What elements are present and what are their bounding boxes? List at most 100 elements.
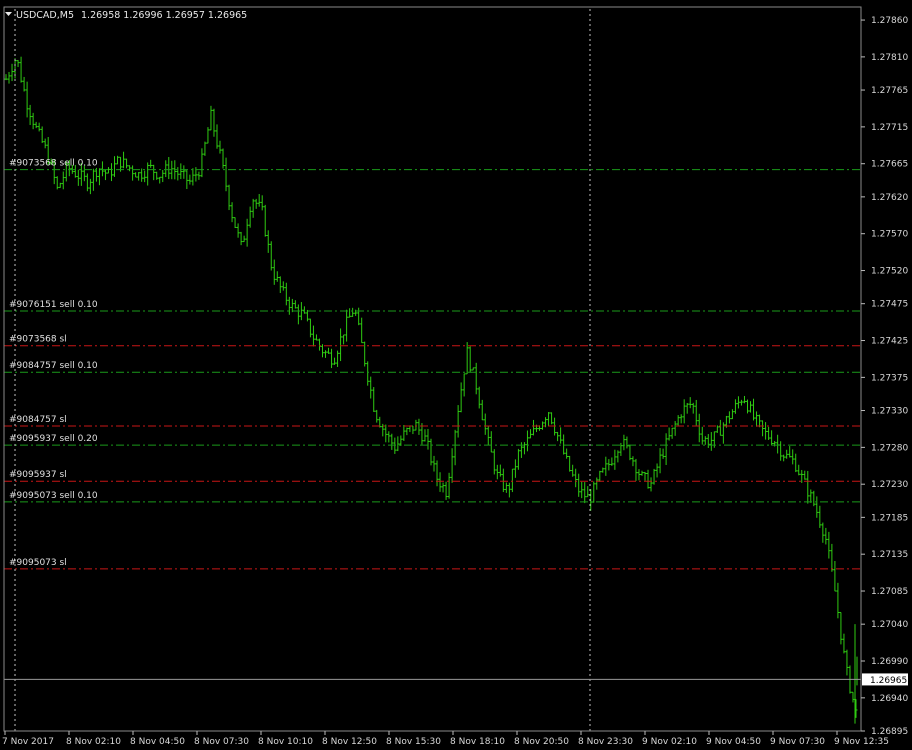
price-bar (661, 448, 665, 459)
price-bar (574, 468, 578, 488)
price-bar (604, 456, 608, 476)
price-bar (703, 436, 707, 445)
y-tick-label: 1.27330 (871, 407, 908, 417)
price-bar (161, 169, 165, 183)
price-bar (664, 433, 668, 466)
y-tick-label: 1.27185 (871, 513, 908, 523)
y-tick-label: 1.27375 (871, 373, 908, 383)
chart-canvas[interactable]: #9073568 sell 0.10 #9076151 sell 0.10 #907… (0, 0, 912, 750)
price-bar (266, 230, 270, 253)
price-bar (399, 435, 403, 447)
x-tick-label: 9 Nov 02:10 (642, 737, 697, 747)
price-bar (525, 430, 529, 452)
price-bar (550, 412, 554, 425)
price-bar (456, 405, 460, 438)
price-bar (31, 112, 35, 130)
price-bar (851, 691, 855, 703)
price-bar (393, 437, 397, 454)
price-bar (221, 148, 225, 169)
price-bar (598, 470, 602, 482)
chart-header: USDCAD,M5 1.26958 1.26996 1.26957 1.2696… (5, 10, 247, 21)
price-bar (758, 414, 762, 428)
price-bar (429, 438, 433, 466)
y-tick-label: 1.27860 (871, 16, 908, 26)
sell-order-label: #9084757 sell 0.10 (9, 361, 98, 371)
price-bar (791, 449, 795, 465)
x-tick-label: 8 Nov 20:50 (514, 737, 569, 747)
price-bar (432, 455, 436, 472)
x-tick-label: 7 Nov 2017 (2, 737, 54, 747)
price-bar (40, 126, 44, 144)
price-bar (287, 296, 291, 315)
price-bar (22, 76, 26, 92)
price-bar (372, 387, 376, 412)
price-bar (610, 457, 614, 466)
price-bar (736, 396, 740, 409)
price-bar (752, 398, 756, 421)
x-tick-label: 8 Nov 18:10 (450, 737, 505, 747)
price-bar (679, 414, 683, 424)
price-bar (299, 302, 303, 321)
price-bar (423, 429, 427, 442)
price-bar (730, 409, 734, 420)
price-bar (444, 481, 448, 500)
price-bar (613, 449, 617, 470)
price-bar (167, 157, 171, 180)
price-bar (779, 441, 783, 461)
price-bar (483, 413, 487, 435)
price-bar (152, 164, 156, 181)
price-bar (513, 459, 517, 478)
price-bar (88, 178, 92, 195)
price-bar (91, 168, 95, 191)
x-tick-label: 9 Nov 12:35 (834, 737, 889, 747)
price-bar (302, 306, 306, 314)
price-bar (667, 427, 671, 441)
price-bar (727, 411, 731, 424)
price-bar (396, 436, 400, 452)
price-bar (275, 271, 279, 282)
price-bar (278, 276, 282, 293)
price-bar (634, 458, 638, 482)
price-bar (516, 448, 520, 470)
price-bar (233, 217, 237, 228)
price-bar (366, 361, 370, 386)
price-bar (580, 481, 584, 499)
price-bar (583, 482, 587, 504)
price-bar (489, 431, 493, 453)
price-bar (348, 308, 352, 318)
price-bar (345, 309, 349, 342)
triangle-down-icon[interactable] (5, 12, 12, 16)
sell-order-label: #9095937 sell 0.20 (9, 434, 98, 444)
price-bar (637, 469, 641, 481)
price-bar (179, 163, 183, 180)
price-bar (360, 317, 364, 344)
time-axis[interactable]: 7 Nov 2017 8 Nov 02:10 8 Nov 04:50 8 Nov 07… (2, 731, 889, 747)
price-bar (188, 174, 192, 185)
price-bar (125, 158, 129, 169)
price-bar (16, 59, 20, 68)
price-bar (806, 470, 810, 504)
price-bar (836, 582, 840, 619)
price-bar (770, 430, 774, 446)
price-bar (628, 444, 632, 461)
price-bar (122, 151, 126, 169)
price-axis[interactable]: 1.27860 1.27810 1.27765 1.27715 1.27665 1.276… (861, 16, 908, 737)
price-bar (465, 342, 469, 375)
x-tick-label: 8 Nov 12:50 (322, 737, 377, 747)
price-bar (197, 171, 201, 180)
price-bar (272, 259, 276, 285)
x-tick-label: 8 Nov 10:10 (258, 737, 313, 747)
stop-loss-label: #9095937 sl (9, 470, 67, 480)
price-chart[interactable]: #9073568 sell 0.10 #9076151 sell 0.10 #907… (0, 0, 912, 750)
price-bar (459, 382, 463, 413)
price-bar (339, 328, 343, 362)
price-bar (842, 633, 846, 654)
price-bar (447, 472, 451, 499)
x-tick-label: 8 Nov 15:30 (386, 737, 441, 747)
price-bar (782, 454, 786, 462)
price-bar (269, 241, 273, 271)
price-bar (547, 412, 551, 426)
price-bar (28, 104, 32, 126)
price-bar (794, 453, 798, 473)
price-bar (109, 163, 113, 182)
